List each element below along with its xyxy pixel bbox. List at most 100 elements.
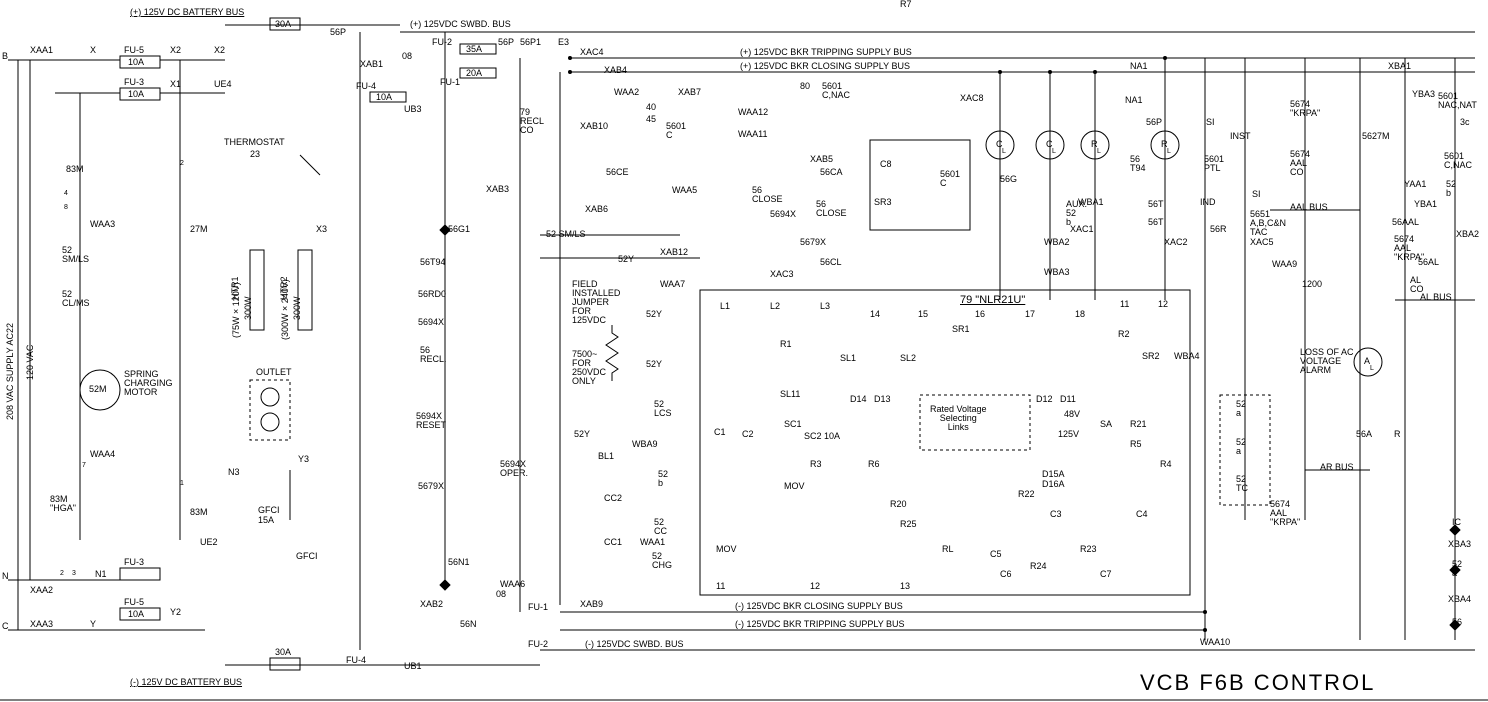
xaa1: XAA1: [30, 46, 53, 55]
bus-neg-battery: (-) 125V DC BATTERY BUS: [130, 678, 242, 687]
bus-pos-battery: (+) 125V DC BATTERY BUS: [130, 8, 244, 17]
83m: 83M: [66, 165, 84, 174]
ic-tp: IC: [1452, 518, 1461, 527]
r22: R22: [1018, 490, 1035, 499]
56p1: 56P1: [520, 38, 541, 47]
thermostat: THERMOSTAT: [224, 138, 285, 147]
mov: MOV: [784, 482, 805, 491]
sl1: SL1: [840, 354, 856, 363]
52smls: 52 SM/LS: [546, 230, 586, 239]
xab1: XAB1: [360, 60, 383, 69]
fu3-rating: 10A: [128, 90, 144, 99]
r24: R24: [1030, 562, 1047, 571]
node-c: C: [2, 622, 9, 631]
r25: R25: [900, 520, 917, 529]
52a-r: 52 a: [1452, 560, 1462, 578]
jumper-note: FIELD INSTALLED JUMPER FOR 125VDC: [572, 280, 620, 325]
5651: 5651 A,B,C&N TAC: [1250, 210, 1286, 237]
xab10: XAB10: [580, 122, 608, 131]
xab9: XAB9: [580, 600, 603, 609]
52-clms: 52 CL/MS: [62, 290, 90, 308]
c6: C6: [1000, 570, 1012, 579]
ind: IND: [1200, 198, 1216, 207]
p11b: 11: [716, 582, 725, 591]
bus-pos-close: (+) 125VDC BKR CLOSING SUPPLY BUS: [740, 62, 910, 71]
d16a: D16A: [1042, 480, 1065, 489]
56t94: 56T94: [420, 258, 446, 267]
56p-b: 56P: [498, 38, 514, 47]
n1-node: N1: [95, 570, 107, 579]
r20: R20: [890, 500, 907, 509]
cc1: CC1: [604, 538, 622, 547]
5694x-oper: 5694X OPER.: [500, 460, 528, 478]
fu5: FU-5: [124, 46, 144, 55]
cc2: CC2: [604, 494, 622, 503]
yba3: YBA3: [1412, 90, 1435, 99]
waa12: WAA12: [738, 108, 768, 117]
p18: 18: [1075, 310, 1085, 319]
r23: R23: [1080, 545, 1097, 554]
52y-c: 52Y: [646, 360, 662, 369]
bus-al: AL BUS: [1420, 293, 1452, 302]
si2: SI: [1252, 190, 1261, 199]
56n: 56N: [460, 620, 477, 629]
5694x-b: 5694X: [770, 210, 796, 219]
xab12: XAB12: [660, 248, 688, 257]
node-y: Y: [90, 620, 96, 629]
56recl: 56 RECL.: [420, 346, 447, 364]
supply-208vac: 208 VAC SUPPLY AC22: [6, 323, 15, 420]
xab4: XAB4: [604, 66, 627, 75]
y3: Y3: [298, 455, 309, 464]
mov2: MOV: [716, 545, 737, 554]
top30a: 30A: [275, 20, 291, 29]
rl-sub1: L: [1097, 148, 1101, 155]
node-x2b: X2: [214, 46, 225, 55]
pin4: 4: [64, 190, 68, 197]
node-b: B: [2, 52, 8, 61]
c80: 80: [800, 82, 810, 91]
p12: 12: [1158, 300, 1168, 309]
sc2-10a: 10A: [824, 432, 840, 441]
r5: R5: [1130, 440, 1142, 449]
56aal: 56AAL: [1392, 218, 1419, 227]
fu5b: FU-5: [124, 598, 144, 607]
xac2: XAC2: [1164, 238, 1188, 247]
xab2: XAB2: [420, 600, 443, 609]
56p-r: 56P: [1146, 118, 1162, 127]
drawing-title: VCB F6B CONTROL: [1140, 672, 1375, 694]
r-node: R: [1394, 430, 1401, 439]
52tc: 52 TC: [1236, 475, 1248, 493]
56cl: 56CL: [820, 258, 842, 267]
xab7: XAB7: [678, 88, 701, 97]
fu4-rating: 10A: [376, 93, 392, 102]
r21: R21: [1130, 420, 1147, 429]
56close-b: 56 CLOSE: [816, 200, 847, 218]
waa7: WAA7: [660, 280, 685, 289]
5674aal2: 5674 AAL "KRPA": [1270, 500, 1300, 527]
wiring-svg: [0, 0, 1488, 702]
52m: 52M: [89, 385, 107, 394]
fu4: FU-4: [356, 82, 376, 91]
52-smls: 52 SM/LS: [62, 246, 89, 264]
waa3: WAA3: [90, 220, 115, 229]
cl-sub2: L: [1052, 148, 1056, 155]
pin7: 7: [82, 462, 86, 469]
node-x2: X2: [170, 46, 181, 55]
5601c: 5601 C: [666, 122, 686, 140]
pin1: 1: [180, 480, 184, 487]
p16: 16: [975, 310, 985, 319]
ub3: UB3: [404, 105, 422, 114]
htr2-w: 300W: [293, 296, 302, 320]
bus-neg-close: (-) 125VDC BKR CLOSING SUPPLY BUS: [735, 602, 903, 611]
56ce: 56CE: [606, 168, 629, 177]
yba1: YBA1: [1414, 200, 1437, 209]
gfci2: GFCI: [296, 552, 318, 561]
xab6: XAB6: [585, 205, 608, 214]
r4: R4: [1160, 460, 1172, 469]
xac4: XAC4: [580, 48, 604, 57]
o8: 08: [402, 52, 412, 61]
xab3: XAB3: [486, 185, 509, 194]
5674krpa: 5674 "KRPA": [1290, 100, 1320, 118]
83m-hga: 83M "HGA": [50, 495, 76, 513]
na1b: NA1: [1125, 96, 1143, 105]
